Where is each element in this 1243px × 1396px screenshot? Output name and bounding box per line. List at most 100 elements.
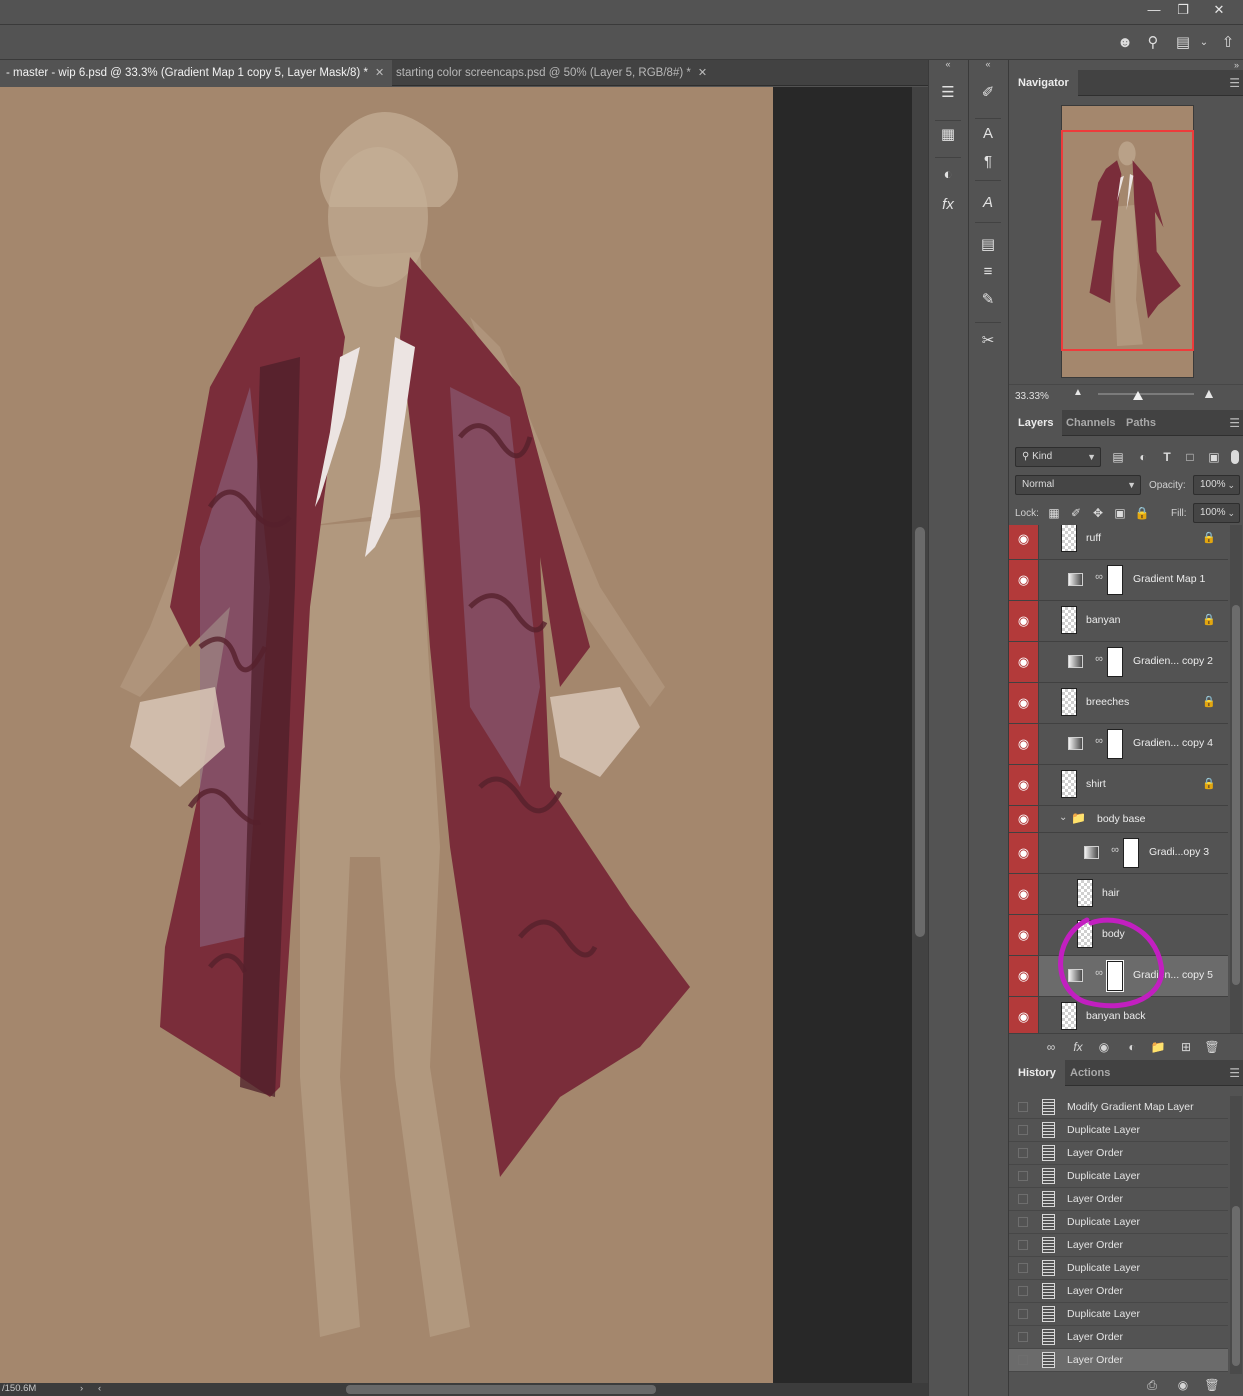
history-scrollbar[interactable]: [1230, 1096, 1242, 1374]
filter-shape-icon[interactable]: □: [1181, 448, 1199, 466]
history-checkbox[interactable]: [1018, 1355, 1028, 1365]
snapshot-camera-icon[interactable]: ◉: [1174, 1376, 1192, 1394]
eye-icon[interactable]: ◉: [1009, 560, 1039, 600]
filter-type-icon[interactable]: T: [1158, 448, 1176, 466]
eye-icon[interactable]: ◉: [1009, 997, 1039, 1033]
layer-filter-kind[interactable]: ⚲ Kind ▼: [1015, 447, 1101, 467]
history-item[interactable]: Duplicate Layer: [1009, 1165, 1228, 1188]
link-icon[interactable]: ∞: [1094, 653, 1104, 665]
sliders-icon[interactable]: ≡: [976, 261, 1000, 283]
chevron-down-icon[interactable]: ⌄: [1059, 812, 1067, 823]
styles-fx-icon[interactable]: fx: [936, 194, 960, 216]
panel-menu-icon[interactable]: ☰: [1229, 416, 1240, 430]
chevron-right-icon[interactable]: ›: [80, 1383, 83, 1394]
restore-icon[interactable]: ❐: [1166, 0, 1200, 20]
history-checkbox[interactable]: [1018, 1286, 1028, 1296]
tools-scissors-icon[interactable]: ✂: [976, 330, 1000, 352]
link-icon[interactable]: ∞: [1094, 571, 1104, 583]
layer-hair[interactable]: ◉ hair: [1009, 874, 1228, 915]
layer-mask-thumbnail[interactable]: [1106, 960, 1124, 992]
scroll-thumb[interactable]: [1232, 1206, 1240, 1366]
collapse-icon[interactable]: «: [929, 60, 967, 70]
workspace-icon[interactable]: ▤: [1173, 33, 1193, 53]
new-document-from-state-icon[interactable]: ⎙: [1143, 1376, 1161, 1394]
user-add-icon[interactable]: ☻: [1115, 33, 1135, 53]
layer-gradient-copy-2[interactable]: ◉ ∞ Gradien... copy 2: [1009, 642, 1228, 683]
layer-gradient-copy-3[interactable]: ◉ ∞ Gradi...opy 3: [1009, 833, 1228, 874]
eye-icon[interactable]: ◉: [1009, 956, 1039, 996]
zoom-slider[interactable]: [1098, 393, 1194, 395]
new-layer-icon[interactable]: ⊞: [1177, 1038, 1195, 1056]
history-checkbox[interactable]: [1018, 1309, 1028, 1319]
close-icon[interactable]: ✕: [1202, 0, 1236, 20]
tab-master-wip[interactable]: - master - wip 6.psd @ 33.3% (Gradient M…: [0, 60, 393, 86]
layer-group-body-base[interactable]: ◉ ⌄ 📁 body base: [1009, 806, 1228, 833]
zoom-slider-knob[interactable]: [1133, 391, 1143, 400]
eye-icon[interactable]: ◉: [1009, 724, 1039, 764]
history-item[interactable]: Duplicate Layer: [1009, 1119, 1228, 1142]
character-icon[interactable]: A: [976, 123, 1000, 145]
add-mask-icon[interactable]: ◉: [1095, 1038, 1113, 1056]
tab-actions[interactable]: Actions: [1061, 1060, 1119, 1086]
history-item[interactable]: Duplicate Layer: [1009, 1211, 1228, 1234]
history-checkbox[interactable]: [1018, 1148, 1028, 1158]
history-item[interactable]: Duplicate Layer: [1009, 1257, 1228, 1280]
opacity-input[interactable]: 100% ⌄: [1193, 475, 1240, 495]
fx-icon[interactable]: fx: [1069, 1038, 1087, 1056]
close-tab-icon[interactable]: ✕: [375, 67, 384, 79]
link-icon[interactable]: ∞: [1094, 735, 1104, 747]
eye-icon[interactable]: ◉: [1009, 806, 1039, 832]
history-checkbox[interactable]: [1018, 1332, 1028, 1342]
zoom-out-icon[interactable]: ▲: [1073, 387, 1083, 398]
collapse-icon[interactable]: «: [969, 60, 1007, 70]
eye-icon[interactable]: ◉: [1009, 765, 1039, 805]
notes-icon[interactable]: ✎: [976, 289, 1000, 311]
canvas-workspace[interactable]: [0, 87, 912, 1383]
lock-artboard-icon[interactable]: ▣: [1111, 504, 1129, 522]
filter-toggle-icon[interactable]: [1231, 450, 1239, 464]
lock-image-icon[interactable]: ✐: [1067, 504, 1085, 522]
history-item[interactable]: Layer Order: [1009, 1234, 1228, 1257]
history-checkbox[interactable]: [1018, 1171, 1028, 1181]
layer-shirt[interactable]: ◉ shirt 🔒: [1009, 765, 1228, 806]
layer-body[interactable]: ◉ body: [1009, 915, 1228, 956]
zoom-value[interactable]: 33.33%: [1015, 391, 1049, 402]
zoom-in-icon[interactable]: ▲: [1202, 385, 1216, 401]
brush-settings-icon[interactable]: ✐: [976, 82, 1000, 104]
lock-position-icon[interactable]: ✥: [1089, 504, 1107, 522]
eye-icon[interactable]: ◉: [1009, 915, 1039, 955]
layer-gradient-copy-5[interactable]: ◉ ∞ Gradien... copy 5: [1009, 956, 1228, 997]
link-icon[interactable]: ∞: [1110, 844, 1120, 856]
history-checkbox[interactable]: [1018, 1194, 1028, 1204]
layer-mask-thumbnail[interactable]: [1107, 565, 1123, 595]
history-checkbox[interactable]: [1018, 1125, 1028, 1135]
expand-icon[interactable]: »: [1234, 60, 1239, 70]
layer-banyan-back[interactable]: ◉ banyan back: [1009, 997, 1228, 1033]
paragraph-icon[interactable]: ¶: [976, 151, 1000, 173]
eye-icon[interactable]: ◉: [1009, 683, 1039, 723]
panel-menu-icon[interactable]: ☰: [1229, 1066, 1240, 1080]
tab-channels[interactable]: Channels: [1057, 410, 1125, 436]
history-checkbox[interactable]: [1018, 1240, 1028, 1250]
glyphs-icon[interactable]: A: [976, 192, 1000, 214]
scroll-thumb[interactable]: [1232, 605, 1240, 985]
history-item[interactable]: Layer Order: [1009, 1326, 1228, 1349]
eye-icon[interactable]: ◉: [1009, 833, 1039, 873]
eye-icon[interactable]: ◉: [1009, 642, 1039, 682]
tab-history[interactable]: History: [1009, 1060, 1065, 1086]
history-item[interactable]: Modify Gradient Map Layer: [1009, 1096, 1228, 1119]
layer-mask-thumbnail[interactable]: [1123, 838, 1139, 868]
chevron-down-icon[interactable]: ⌄: [1194, 33, 1214, 53]
tab-paths[interactable]: Paths: [1117, 410, 1165, 436]
layers-scrollbar[interactable]: [1230, 525, 1242, 1033]
history-item-current[interactable]: Layer Order: [1009, 1349, 1228, 1372]
layer-mask-thumbnail[interactable]: [1107, 647, 1123, 677]
link-icon[interactable]: ∞: [1094, 967, 1104, 979]
link-layers-icon[interactable]: ∞: [1042, 1038, 1060, 1056]
tab-layers[interactable]: Layers: [1009, 410, 1063, 436]
new-group-icon[interactable]: 📁: [1149, 1038, 1167, 1056]
layer-ruff[interactable]: ◉ ruff 🔒: [1009, 525, 1228, 560]
eye-icon[interactable]: ◉: [1009, 874, 1039, 914]
eye-icon[interactable]: ◉: [1009, 525, 1039, 559]
libraries-icon[interactable]: ▤: [976, 234, 1000, 256]
